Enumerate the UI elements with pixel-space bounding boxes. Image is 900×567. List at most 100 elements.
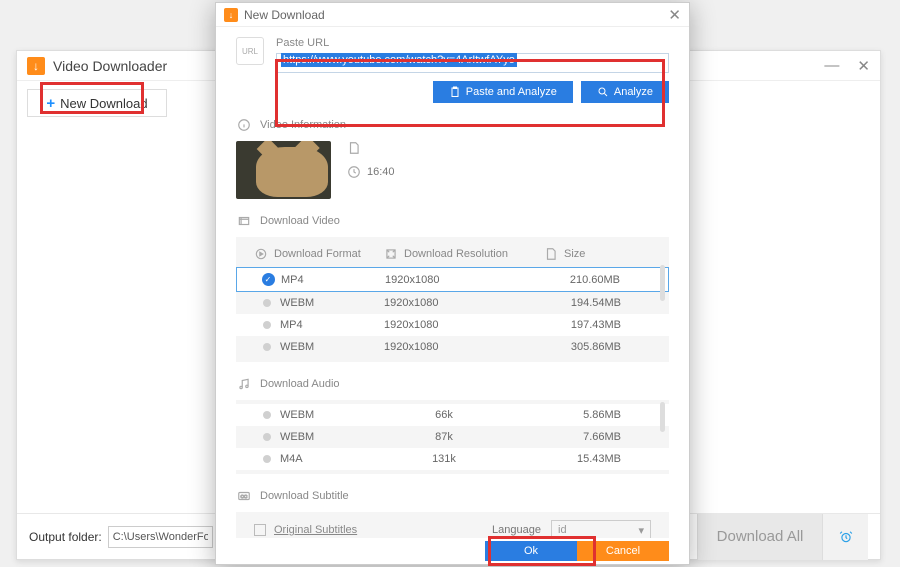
download-video-section-head: Download Video	[236, 213, 669, 229]
video-resolution: 1920x1080	[385, 274, 545, 286]
video-row[interactable]: WEBM 1920x1080 305.86MB	[236, 336, 669, 358]
download-subtitle-section-head: CC Download Subtitle	[236, 488, 669, 504]
dialog-header: ↓ New Download ✕	[216, 3, 689, 27]
search-icon	[597, 86, 609, 98]
scrollbar[interactable]	[660, 265, 665, 301]
bullet-icon	[263, 343, 271, 351]
audio-bitrate: 131k	[384, 453, 504, 465]
new-download-dialog: ↓ New Download ✕ URL Paste URL https://w…	[215, 2, 690, 565]
analyze-button[interactable]: Analyze	[581, 81, 669, 103]
video-resolution: 1920x1080	[384, 297, 544, 309]
paste-url-label: Paste URL	[276, 37, 669, 49]
paste-and-analyze-button[interactable]: Paste and Analyze	[433, 81, 573, 103]
plus-icon: +	[46, 95, 55, 112]
original-subtitles-label[interactable]: Original Subtitles	[274, 524, 357, 536]
audio-size: 5.86MB	[504, 409, 651, 421]
dialog-body: URL Paste URL https://www.youtube.com/wa…	[216, 27, 689, 538]
url-input-value: https://www.youtube.com/watch?v=4ArItwfA…	[281, 53, 517, 67]
download-audio-label: Download Audio	[260, 378, 340, 390]
download-video-label: Download Video	[260, 215, 340, 227]
video-info-section-head: Video Information	[236, 117, 669, 133]
video-format: MP4	[280, 319, 384, 331]
app-title: Video Downloader	[53, 58, 167, 74]
format-icon	[254, 247, 268, 261]
audio-icon	[236, 376, 252, 392]
audio-bitrate: 87k	[384, 431, 504, 443]
clipboard-icon	[449, 86, 461, 98]
video-row[interactable]: WEBM 1920x1080 194.54MB	[236, 292, 669, 314]
alarm-clock-icon[interactable]	[822, 514, 868, 560]
bullet-icon	[263, 411, 271, 419]
analyze-label: Analyze	[614, 86, 653, 98]
audio-row[interactable]: M4A 131k 15.43MB	[236, 448, 669, 470]
new-download-label: New Download	[60, 96, 147, 111]
cancel-button[interactable]: Cancel	[577, 541, 669, 561]
url-section: URL Paste URL https://www.youtube.com/wa…	[236, 37, 669, 103]
scrollbar[interactable]	[660, 402, 665, 432]
video-size: 210.60MB	[545, 274, 650, 286]
video-title-row	[347, 141, 395, 155]
document-icon	[347, 141, 361, 155]
audio-row[interactable]: WEBM 66k 5.86MB	[236, 404, 669, 426]
video-thumbnail	[236, 141, 331, 199]
dialog-close-icon[interactable]: ✕	[668, 6, 681, 24]
audio-format: WEBM	[280, 409, 384, 421]
video-size: 305.86MB	[544, 341, 651, 353]
chevron-down-icon: ▾	[638, 524, 644, 537]
video-format: WEBM	[280, 297, 384, 309]
language-label: Language	[492, 524, 541, 536]
bullet-icon	[263, 299, 271, 307]
video-resolution: 1920x1080	[384, 341, 544, 353]
output-folder-label: Output folder:	[29, 530, 102, 544]
video-size: 194.54MB	[544, 297, 651, 309]
original-subtitles-checkbox[interactable]	[254, 524, 266, 536]
bullet-icon	[263, 433, 271, 441]
url-input[interactable]: https://www.youtube.com/watch?v=4ArItwfA…	[276, 53, 669, 73]
dialog-footer: Ok Cancel	[216, 538, 689, 564]
new-download-button[interactable]: + New Download	[27, 89, 167, 117]
audio-row[interactable]: WEBM 87k 7.66MB	[236, 426, 669, 448]
download-all-button[interactable]: Download All	[697, 514, 822, 560]
audio-format: M4A	[280, 453, 384, 465]
audio-table: WEBM 66k 5.86MB WEBM 87k 7.66MB M4A 131k…	[236, 400, 669, 474]
close-icon[interactable]: ✕	[857, 57, 870, 75]
video-resolution: 1920x1080	[384, 319, 544, 331]
minimize-icon[interactable]: —	[824, 57, 839, 75]
size-icon	[544, 247, 558, 261]
video-info: 16:40	[236, 141, 669, 199]
language-value: id	[558, 524, 567, 536]
cc-icon: CC	[236, 488, 252, 504]
window-controls: — ✕	[824, 57, 870, 75]
head-size: Size	[564, 248, 585, 260]
bullet-icon	[263, 321, 271, 329]
audio-size: 7.66MB	[504, 431, 651, 443]
head-format: Download Format	[274, 248, 361, 260]
head-resolution: Download Resolution	[404, 248, 508, 260]
language-select[interactable]: id ▾	[551, 520, 651, 538]
dialog-title: New Download	[244, 8, 325, 22]
video-duration: 16:40	[367, 166, 395, 178]
svg-text:CC: CC	[241, 494, 248, 499]
video-table: Download Format Download Resolution Size…	[236, 237, 669, 362]
video-row[interactable]: ✓ MP4 1920x1080 210.60MB	[236, 267, 669, 292]
info-icon	[236, 117, 252, 133]
url-icon: URL	[236, 37, 264, 65]
dialog-logo-icon: ↓	[224, 8, 238, 22]
audio-size: 15.43MB	[504, 453, 651, 465]
subtitle-row: Original Subtitles Language id ▾	[236, 512, 669, 538]
video-size: 197.43MB	[544, 319, 651, 331]
download-audio-section-head: Download Audio	[236, 376, 669, 392]
video-format: MP4	[281, 274, 385, 286]
bullet-icon	[263, 455, 271, 463]
video-row[interactable]: MP4 1920x1080 197.43MB	[236, 314, 669, 336]
ok-button[interactable]: Ok	[485, 541, 577, 561]
check-icon: ✓	[262, 273, 275, 286]
video-duration-row: 16:40	[347, 165, 395, 179]
app-logo-icon: ↓	[27, 57, 45, 75]
video-info-label: Video Information	[260, 119, 346, 131]
output-folder-input[interactable]	[108, 526, 213, 548]
audio-format: WEBM	[280, 431, 384, 443]
video-table-head: Download Format Download Resolution Size	[236, 241, 669, 267]
paste-analyze-label: Paste and Analyze	[466, 86, 557, 98]
resolution-icon	[384, 247, 398, 261]
